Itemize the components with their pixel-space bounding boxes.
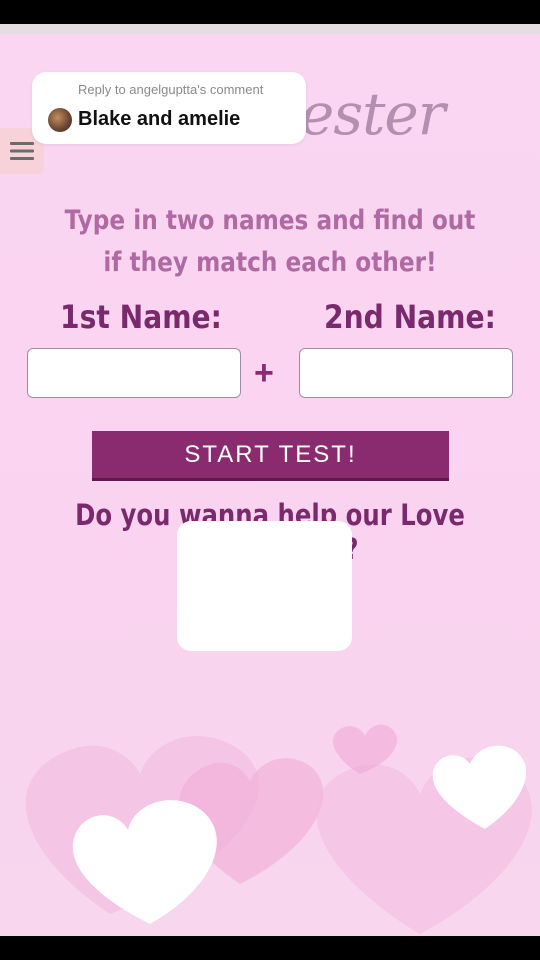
white-heart-left bbox=[72, 800, 217, 924]
comment-text: Blake and amelie bbox=[78, 108, 241, 130]
first-name-input[interactable] bbox=[27, 348, 241, 398]
love-tester-page: ester Type in two names and find out if … bbox=[0, 34, 540, 936]
first-name-label: 1st Name: bbox=[60, 298, 222, 336]
reply-to-label: Reply to angelguptta's comment bbox=[78, 82, 264, 97]
status-strip bbox=[0, 24, 540, 34]
avatar bbox=[48, 108, 72, 132]
second-name-label: 2nd Name: bbox=[324, 298, 496, 336]
logo-text: ester bbox=[300, 80, 445, 148]
start-test-button[interactable]: START TEST! bbox=[92, 431, 449, 481]
bottom-black-bar bbox=[0, 936, 540, 960]
hearts-decoration bbox=[25, 724, 532, 934]
white-overlay-box bbox=[177, 521, 352, 651]
hamburger-icon bbox=[10, 142, 34, 160]
comment-reply-bubble[interactable]: Reply to angelguptta's comment Blake and… bbox=[32, 72, 306, 144]
second-name-input[interactable] bbox=[299, 348, 513, 398]
intro-text: Type in two names and find out if they m… bbox=[64, 205, 476, 278]
top-black-bar bbox=[0, 0, 540, 24]
plus-sign: + bbox=[254, 354, 274, 392]
